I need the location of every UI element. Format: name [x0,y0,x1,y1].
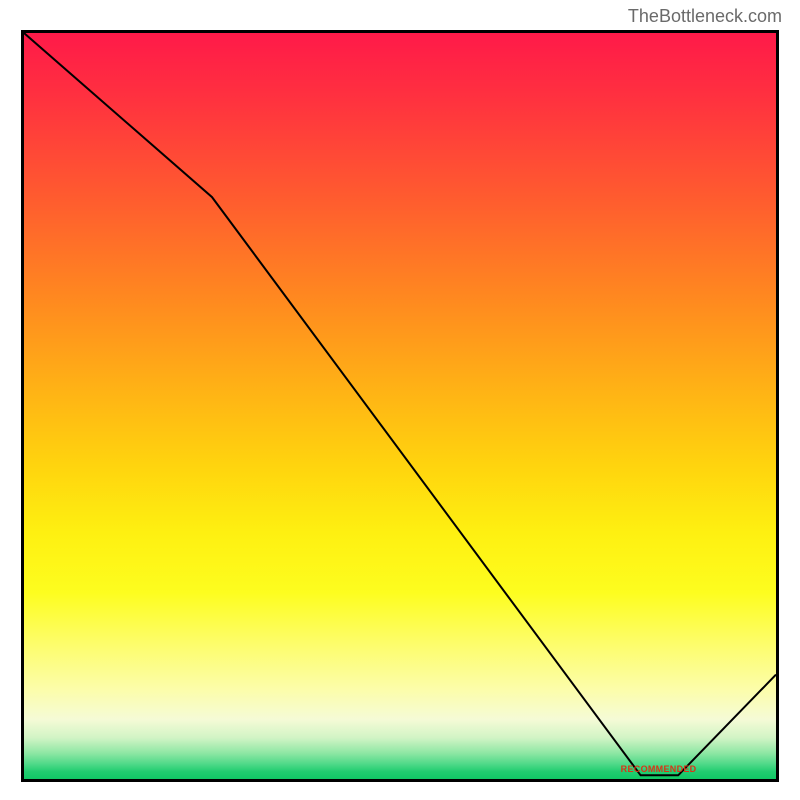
watermark-text: TheBottleneck.com [628,6,782,27]
data-line-path [24,33,776,775]
chart-line-svg [24,33,776,779]
chart-container: TheBottleneck.com RECOMMENDED [0,0,800,800]
chart-plot-area: RECOMMENDED [21,30,779,782]
recommended-annotation: RECOMMENDED [621,764,697,774]
